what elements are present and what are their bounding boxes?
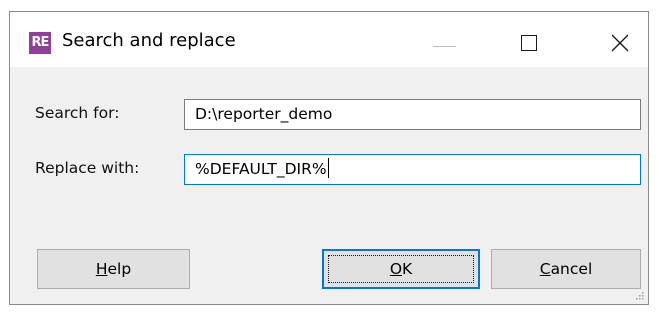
replace-with-value: %DEFAULT_DIR% <box>195 160 327 178</box>
focus-rectangle <box>328 255 474 283</box>
minimize-icon <box>433 46 456 47</box>
help-button-label: Help <box>95 260 132 278</box>
replace-with-label: Replace with: <box>35 159 140 177</box>
search-replace-dialog: RE Search and replace Search for: D:\rep… <box>9 11 649 305</box>
help-button[interactable]: Help <box>37 249 190 289</box>
search-for-input[interactable]: D:\reporter_demo <box>184 99 641 130</box>
window-title: Search and replace <box>62 30 236 51</box>
search-for-value: D:\reporter_demo <box>195 105 333 123</box>
close-button[interactable] <box>598 12 644 67</box>
maximize-icon <box>521 35 537 51</box>
search-for-label: Search for: <box>35 104 120 122</box>
cancel-button[interactable]: Cancel <box>491 249 641 289</box>
cancel-button-label: Cancel <box>539 260 593 278</box>
ok-button[interactable]: OK <box>322 249 480 289</box>
minimize-button[interactable] <box>422 12 468 67</box>
title-bar[interactable]: RE Search and replace <box>10 12 648 67</box>
resize-grip-icon[interactable] <box>636 292 644 300</box>
maximize-button[interactable] <box>507 12 553 67</box>
close-icon <box>611 34 629 52</box>
replace-with-input[interactable]: %DEFAULT_DIR% <box>184 154 641 185</box>
text-caret <box>327 158 329 178</box>
app-logo-icon: RE <box>29 32 51 54</box>
